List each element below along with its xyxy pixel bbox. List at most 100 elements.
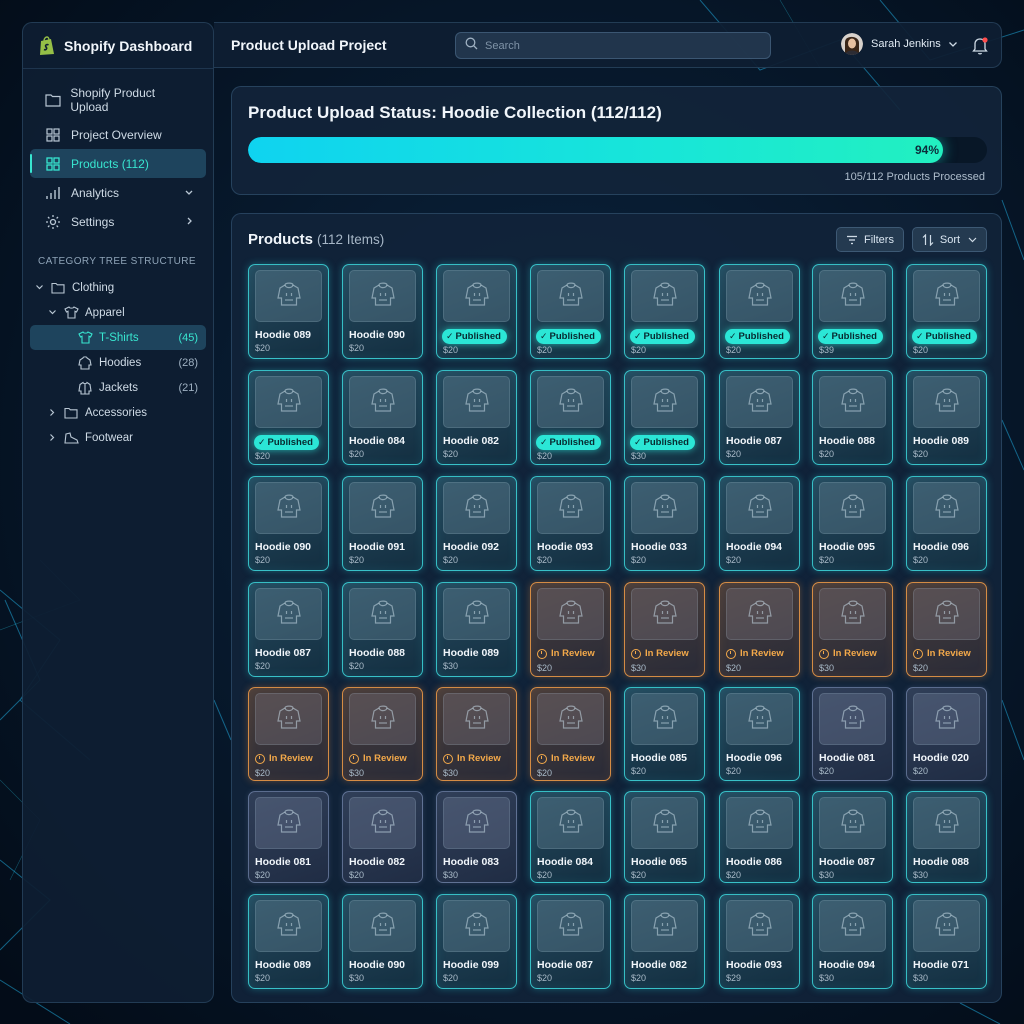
tree-item-hoodies[interactable]: Hoodies (28) [30, 350, 206, 375]
product-card[interactable]: ✓ Published $30 [624, 370, 705, 465]
nav-item-analytics[interactable]: Analytics [30, 178, 206, 207]
hoodie-icon [276, 387, 302, 418]
clock-icon [726, 648, 736, 659]
product-card[interactable]: In Review $20 [248, 687, 329, 781]
nav-item-project-overview[interactable]: Project Overview [30, 120, 206, 149]
product-card[interactable]: Hoodie 088 $20 [342, 582, 423, 677]
chevron-down-icon[interactable] [34, 284, 44, 291]
tree-item-clothing[interactable]: Clothing [30, 275, 206, 300]
product-card[interactable]: Hoodie 081 $20 [248, 791, 329, 883]
product-card[interactable]: Hoodie 096 $20 [906, 476, 987, 571]
product-thumbnail [631, 797, 698, 849]
product-card[interactable]: ✓ Published $20 [624, 264, 705, 359]
product-card[interactable]: Hoodie 085 $20 [624, 687, 705, 781]
product-card[interactable]: Hoodie 094 $30 [812, 894, 893, 989]
product-card[interactable]: Hoodie 093 $29 [719, 894, 800, 989]
nav-item-label: Shopify Product Upload [70, 85, 156, 114]
product-card[interactable]: Hoodie 094 $20 [719, 476, 800, 571]
product-card[interactable]: Hoodie 096 $20 [719, 687, 800, 781]
brand[interactable]: Shopify Dashboard [23, 23, 213, 69]
search-input[interactable] [485, 39, 755, 52]
product-card[interactable]: In Review $20 [530, 687, 611, 781]
product-card[interactable]: Hoodie 082 $20 [342, 791, 423, 883]
avatar[interactable] [841, 33, 863, 55]
product-card[interactable]: Hoodie 082 $20 [436, 370, 517, 465]
search-box[interactable] [455, 32, 771, 59]
product-card[interactable]: Hoodie 081 $20 [812, 687, 893, 781]
tree-item-count: (45) [178, 331, 198, 344]
chevron-down-icon[interactable] [47, 309, 57, 316]
product-card[interactable]: In Review $20 [906, 582, 987, 677]
product-card[interactable]: Hoodie 099 $20 [436, 894, 517, 989]
product-price: $20 [255, 973, 271, 983]
product-card[interactable]: Hoodie 089 $30 [436, 582, 517, 677]
product-price: $20 [349, 661, 365, 671]
product-card[interactable]: Hoodie 092 $20 [436, 476, 517, 571]
tree-item-jackets[interactable]: Jackets (21) [30, 375, 206, 400]
product-card[interactable]: Hoodie 090 $20 [342, 264, 423, 359]
product-card[interactable]: Hoodie 087 $20 [719, 370, 800, 465]
filters-button[interactable]: Filters [836, 227, 904, 252]
nav-item-settings[interactable]: Settings [30, 207, 206, 236]
product-card[interactable]: Hoodie 071 $30 [906, 894, 987, 989]
product-card[interactable]: ✓ Published $39 [812, 264, 893, 359]
tree-item-footwear[interactable]: Footwear [30, 425, 206, 450]
product-card[interactable]: Hoodie 083 $30 [436, 791, 517, 883]
tree-item-tshirts[interactable]: T-Shirts (45) [30, 325, 206, 350]
product-card[interactable]: Hoodie 084 $20 [342, 370, 423, 465]
product-card[interactable]: In Review $20 [719, 582, 800, 677]
product-card[interactable]: Hoodie 020 $20 [906, 687, 987, 781]
product-card[interactable]: Hoodie 089 $20 [248, 264, 329, 359]
product-card[interactable]: Hoodie 087 $20 [530, 894, 611, 989]
product-card[interactable]: In Review $20 [530, 582, 611, 677]
product-card[interactable]: Hoodie 082 $20 [624, 894, 705, 989]
hoodie-icon [276, 599, 302, 630]
product-thumbnail [443, 900, 510, 952]
badge-label: Published [455, 331, 501, 342]
checkmark-icon: ✓ [446, 331, 454, 341]
product-name: Hoodie 099 [443, 959, 500, 971]
tree-item-accessories[interactable]: Accessories [30, 400, 206, 425]
product-card[interactable]: In Review $30 [342, 687, 423, 781]
chevron-right-icon[interactable] [47, 433, 57, 442]
product-card[interactable]: Hoodie 087 $20 [248, 582, 329, 677]
product-card[interactable]: Hoodie 093 $20 [530, 476, 611, 571]
product-card[interactable]: Hoodie 088 $20 [812, 370, 893, 465]
product-card[interactable]: ✓ Published $20 [719, 264, 800, 359]
product-card[interactable]: Hoodie 089 $20 [248, 894, 329, 989]
product-card[interactable]: Hoodie 095 $20 [812, 476, 893, 571]
product-name: Hoodie 084 [349, 435, 406, 447]
product-price: $20 [726, 870, 742, 880]
product-card[interactable]: Hoodie 090 $20 [248, 476, 329, 571]
product-card[interactable]: Hoodie 087 $30 [812, 791, 893, 883]
product-card[interactable]: ✓ Published $20 [530, 370, 611, 465]
product-price: $20 [349, 449, 365, 459]
notification-bell-icon[interactable] [971, 36, 989, 56]
chevron-right-icon[interactable] [47, 408, 57, 417]
product-card[interactable]: Hoodie 091 $20 [342, 476, 423, 571]
product-card[interactable]: Hoodie 086 $20 [719, 791, 800, 883]
user-menu[interactable]: Sarah Jenkins [841, 33, 958, 55]
product-card[interactable]: Hoodie 090 $30 [342, 894, 423, 989]
product-card[interactable]: ✓ Published $20 [530, 264, 611, 359]
nav-item-products[interactable]: Products (112) [30, 149, 206, 178]
product-card[interactable]: In Review $30 [624, 582, 705, 677]
product-card[interactable]: Hoodie 089 $20 [906, 370, 987, 465]
hoodie-icon [747, 911, 773, 942]
product-card[interactable]: ✓ Published $20 [248, 370, 329, 465]
product-card[interactable]: Hoodie 065 $20 [624, 791, 705, 883]
sort-button[interactable]: Sort [912, 227, 987, 252]
tree-item-apparel[interactable]: Apparel [30, 300, 206, 325]
product-card[interactable]: Hoodie 088 $30 [906, 791, 987, 883]
product-card[interactable]: ✓ Published $20 [436, 264, 517, 359]
product-card[interactable]: Hoodie 033 $20 [624, 476, 705, 571]
product-card[interactable]: In Review $30 [436, 687, 517, 781]
product-price: $20 [537, 973, 553, 983]
published-badge: ✓ Published [630, 435, 695, 450]
product-card[interactable]: In Review $30 [812, 582, 893, 677]
product-card[interactable]: ✓ Published $20 [906, 264, 987, 359]
product-card[interactable]: Hoodie 084 $20 [530, 791, 611, 883]
hoodie-icon [747, 281, 773, 312]
nav-item-shopify-product-upload[interactable]: Shopify Product Upload [30, 85, 206, 114]
hoodie-icon [464, 281, 490, 312]
